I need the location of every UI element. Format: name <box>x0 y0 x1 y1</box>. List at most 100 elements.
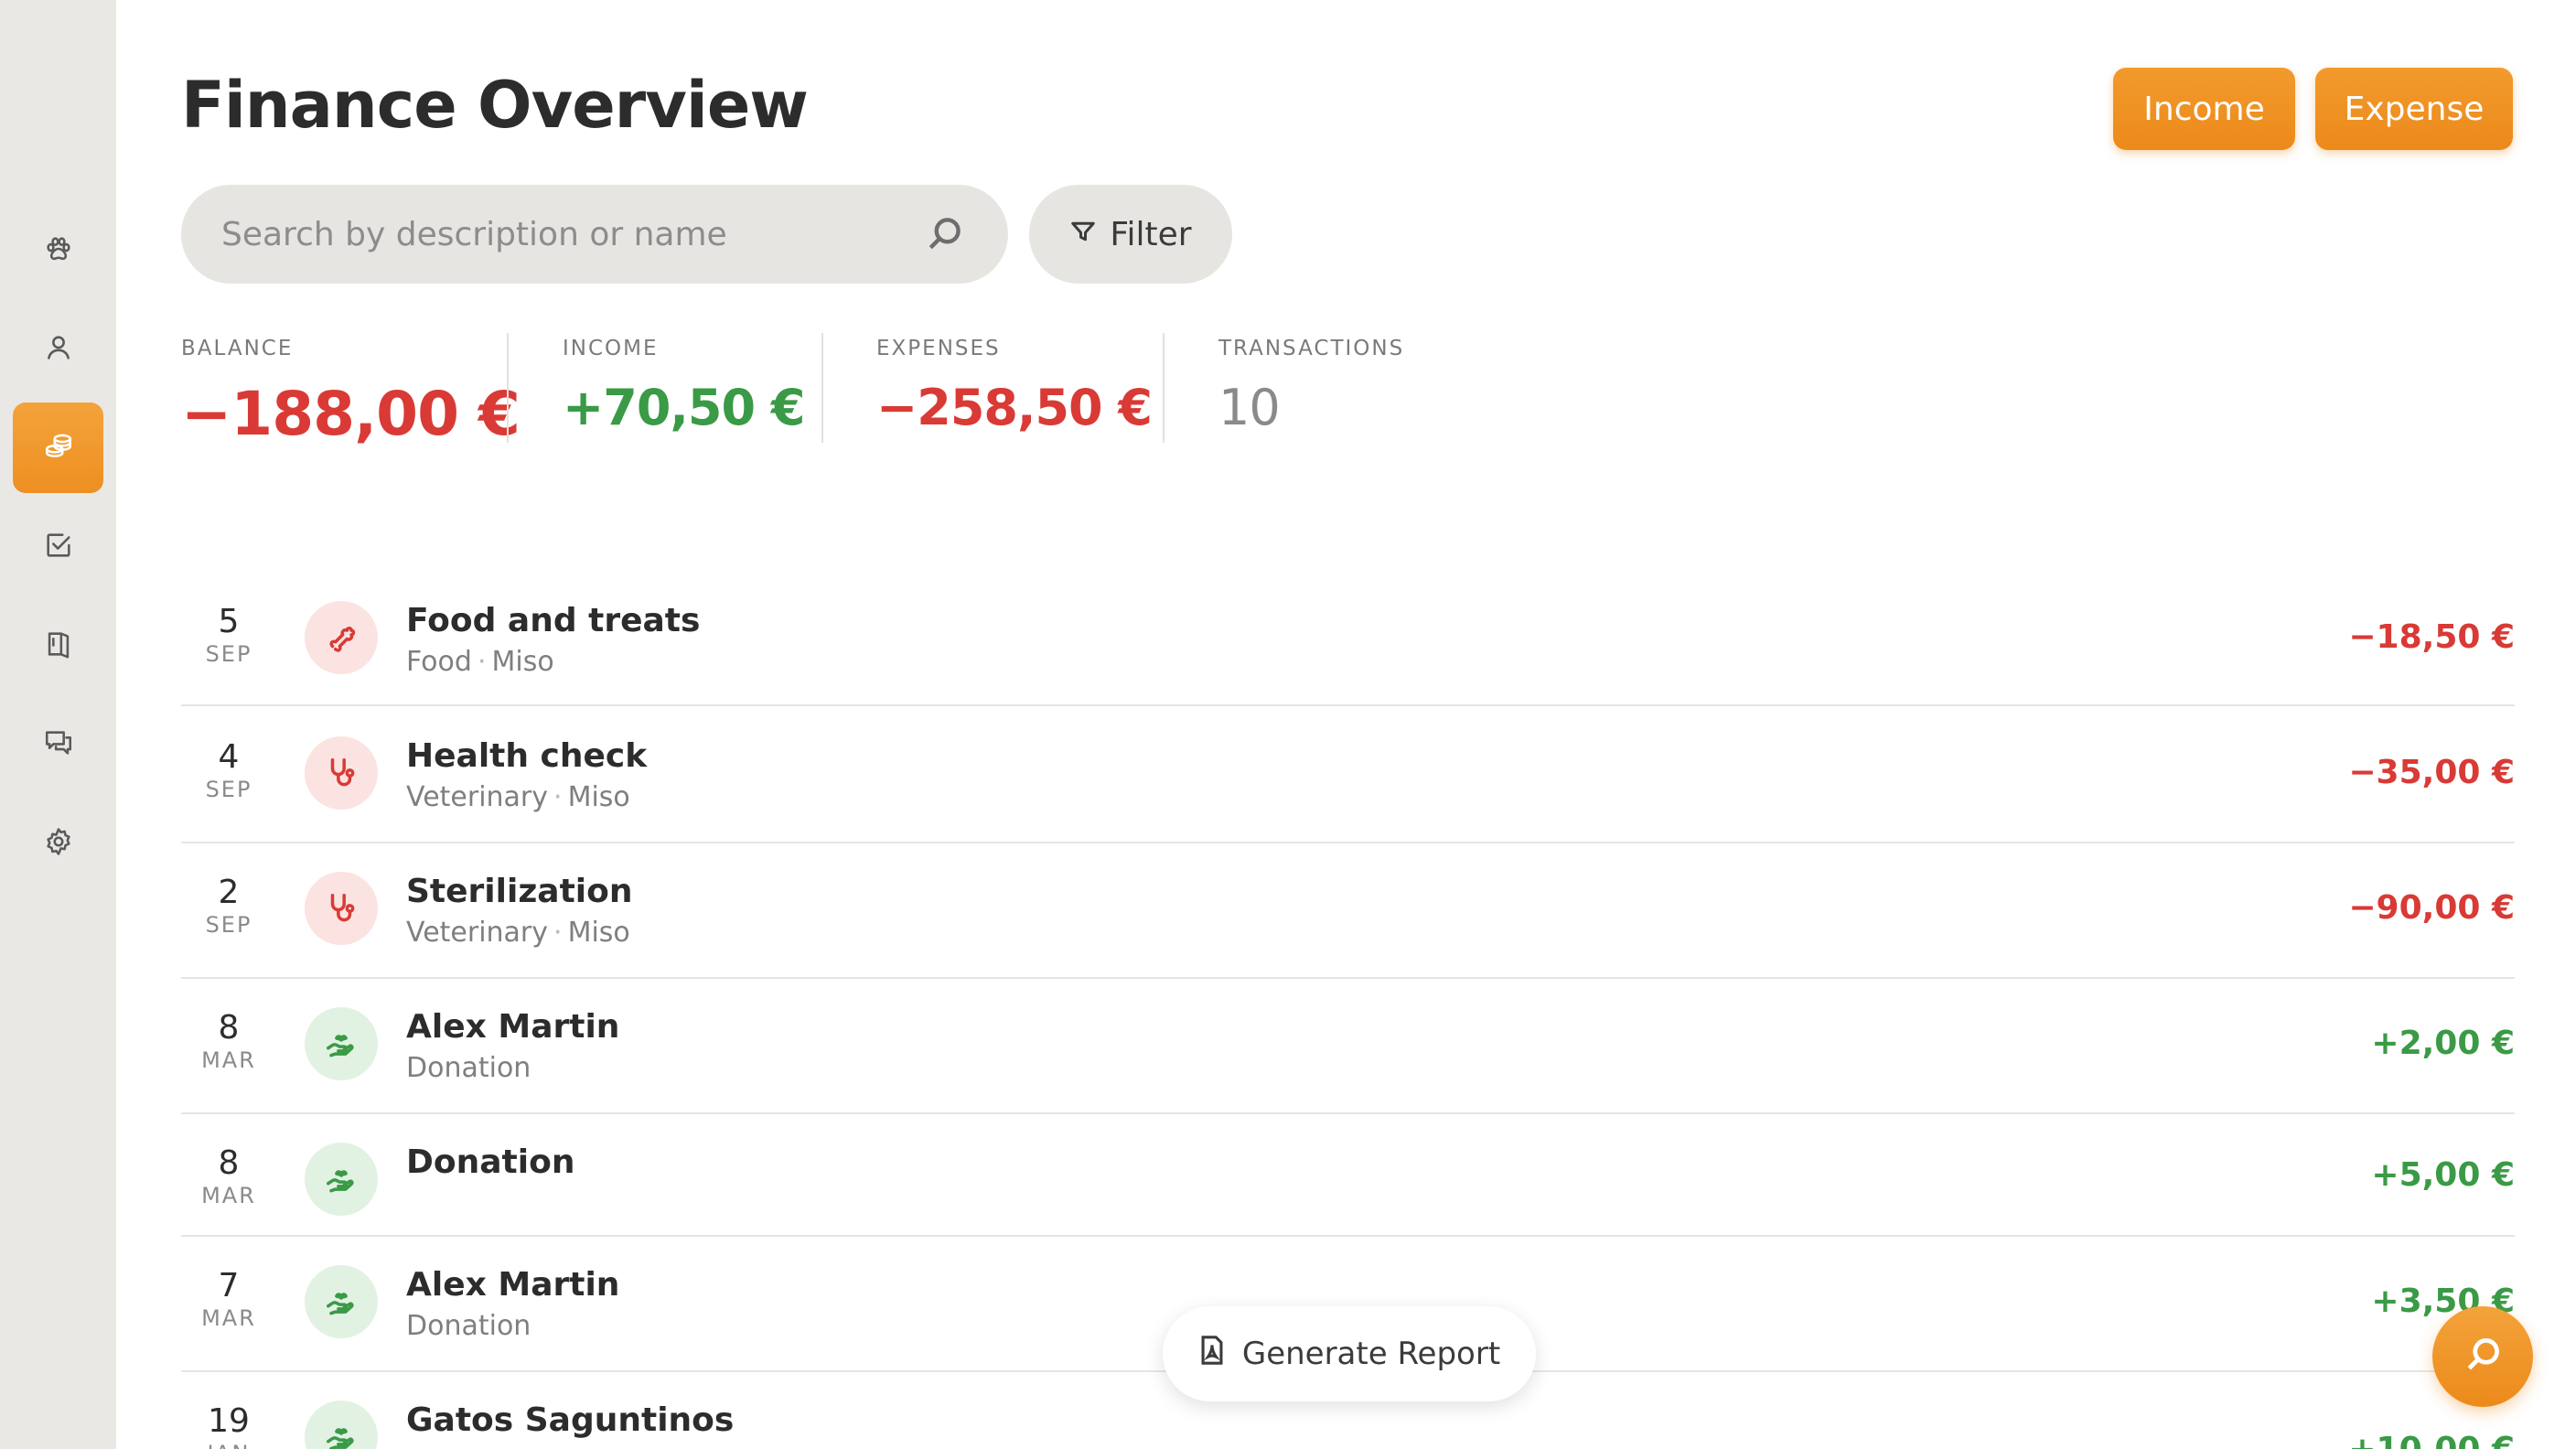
food-icon <box>329 626 356 652</box>
transaction-date: 19 JAN <box>181 1403 276 1449</box>
page-title: Finance Overview <box>181 68 809 143</box>
date-month: MAR <box>201 1183 256 1208</box>
date-day: 2 <box>218 874 240 911</box>
transaction-subject: Miso <box>567 781 630 813</box>
transaction-title: Alex Martin <box>406 1008 620 1046</box>
stat-expenses: EXPENSES −258,50 € <box>876 337 1153 436</box>
transaction-title: Gatos Saguntinos <box>406 1401 735 1439</box>
checkbox-icon <box>43 530 74 564</box>
stat-income-label: INCOME <box>563 337 659 360</box>
filter-icon <box>1069 216 1097 253</box>
transaction-title: Alex Martin <box>406 1266 620 1304</box>
sidebar-item-pets[interactable] <box>13 205 103 295</box>
add-expense-button[interactable]: Expense <box>2315 68 2513 150</box>
sidebar-item-finance[interactable] <box>13 402 103 493</box>
transaction-amount: −90,00 € <box>2348 889 2515 927</box>
transaction-meta: Veterinary · Miso <box>406 917 630 949</box>
transaction-meta: Food · Miso <box>406 646 554 678</box>
date-month: SEP <box>205 912 252 938</box>
search-input[interactable]: Search by description or name <box>181 185 1008 284</box>
transaction-amount: +10,00 € <box>2348 1431 2515 1449</box>
donation-hand-icon <box>327 1293 354 1315</box>
category-icon <box>305 1401 378 1449</box>
date-day: 19 <box>208 1402 250 1440</box>
stat-transactions-value: 10 <box>1218 379 1281 436</box>
transaction-date: 8 MAR <box>181 1010 276 1074</box>
sidebar-item-settings[interactable] <box>13 798 103 888</box>
category-icon <box>305 601 378 674</box>
sidebar-item-guide[interactable] <box>13 600 103 691</box>
sidebar-item-tasks[interactable] <box>13 501 103 592</box>
stethoscope-icon <box>330 894 355 922</box>
search-placeholder[interactable]: Search by description or name <box>221 216 924 253</box>
pdf-file-icon <box>1198 1335 1226 1374</box>
add-income-button[interactable]: Income <box>2113 68 2295 150</box>
date-month: MAR <box>201 1305 256 1331</box>
donation-hand-icon <box>327 1428 354 1449</box>
transaction-title: Donation <box>406 1143 575 1181</box>
transaction-category: Veterinary <box>406 917 549 949</box>
transaction-row[interactable]: 4 SEP Health check Veterinary · Miso −35,0… <box>181 706 2515 843</box>
stat-expenses-value: −258,50 € <box>876 379 1153 436</box>
generate-report-label: Generate Report <box>1241 1336 1501 1372</box>
sidebar-item-people[interactable] <box>13 304 103 394</box>
category-icon <box>305 1265 378 1338</box>
transaction-date: 8 MAR <box>181 1145 276 1209</box>
category-icon <box>305 1143 378 1216</box>
meta-separator: · <box>553 781 563 813</box>
transaction-amount: −18,50 € <box>2348 618 2515 656</box>
finance-app: Finance Overview Income Expense Search b… <box>0 0 2576 1449</box>
transaction-title: Food and treats <box>406 602 701 639</box>
date-month: MAR <box>201 1047 256 1073</box>
book-icon <box>43 628 74 663</box>
transaction-date: 7 MAR <box>181 1268 276 1332</box>
date-month: SEP <box>205 777 252 802</box>
stat-balance-value: −188,00 € <box>181 379 521 449</box>
transaction-meta: Veterinary · Miso <box>406 781 630 813</box>
transaction-row[interactable]: 2 SEP Sterilization Veterinary · Miso −90,… <box>181 843 2515 979</box>
search-fab-button[interactable] <box>2432 1306 2533 1407</box>
transaction-date: 2 SEP <box>181 875 276 939</box>
transaction-category: Veterinary <box>406 781 549 813</box>
sidebar-item-messages[interactable] <box>13 699 103 789</box>
transaction-subject: Miso <box>567 917 630 949</box>
filter-button[interactable]: Filter <box>1029 185 1232 284</box>
transaction-amount: −35,00 € <box>2348 754 2515 791</box>
transaction-date: 4 SEP <box>181 739 276 803</box>
stat-divider <box>1163 333 1165 443</box>
category-icon <box>305 872 378 945</box>
stat-divider <box>821 333 823 443</box>
generate-report-button[interactable]: Generate Report <box>1163 1306 1536 1401</box>
date-day: 7 <box>218 1267 240 1304</box>
stat-income-value: +70,50 € <box>563 379 805 436</box>
transaction-meta: Donation <box>406 1052 531 1084</box>
transaction-date: 5 SEP <box>181 604 276 668</box>
transaction-row[interactable]: 8 MAR Donation +5,00 € <box>181 1114 2515 1237</box>
stat-divider <box>507 333 509 443</box>
stat-balance: BALANCE −188,00 € <box>181 337 521 449</box>
transaction-amount: +2,00 € <box>2371 1025 2515 1062</box>
date-day: 8 <box>218 1144 240 1182</box>
sidebar <box>0 0 116 1449</box>
transaction-row[interactable]: 5 SEP Food and treats Food · Miso −18,50 € <box>181 580 2515 706</box>
date-day: 5 <box>218 603 240 640</box>
category-icon <box>305 1007 378 1080</box>
transaction-row[interactable]: 8 MAR Alex Martin Donation +2,00 € <box>181 979 2515 1114</box>
transaction-category: Food <box>406 646 472 678</box>
coins-icon <box>43 431 74 466</box>
search-icon[interactable] <box>924 214 964 254</box>
category-icon <box>305 736 378 810</box>
chat-icon <box>43 727 74 762</box>
stethoscope-icon <box>330 758 355 787</box>
gear-icon <box>43 826 74 861</box>
stat-balance-label: BALANCE <box>181 337 294 360</box>
transaction-amount: +5,00 € <box>2371 1156 2515 1194</box>
donation-hand-icon <box>327 1170 354 1193</box>
date-month: SEP <box>205 641 252 667</box>
user-icon <box>43 332 74 367</box>
transaction-category: Donation <box>406 1052 531 1084</box>
date-day: 4 <box>218 738 240 776</box>
stat-expenses-label: EXPENSES <box>876 337 1001 360</box>
search-icon <box>2463 1335 2503 1379</box>
stat-transactions: TRANSACTIONS 10 <box>1218 337 1404 436</box>
